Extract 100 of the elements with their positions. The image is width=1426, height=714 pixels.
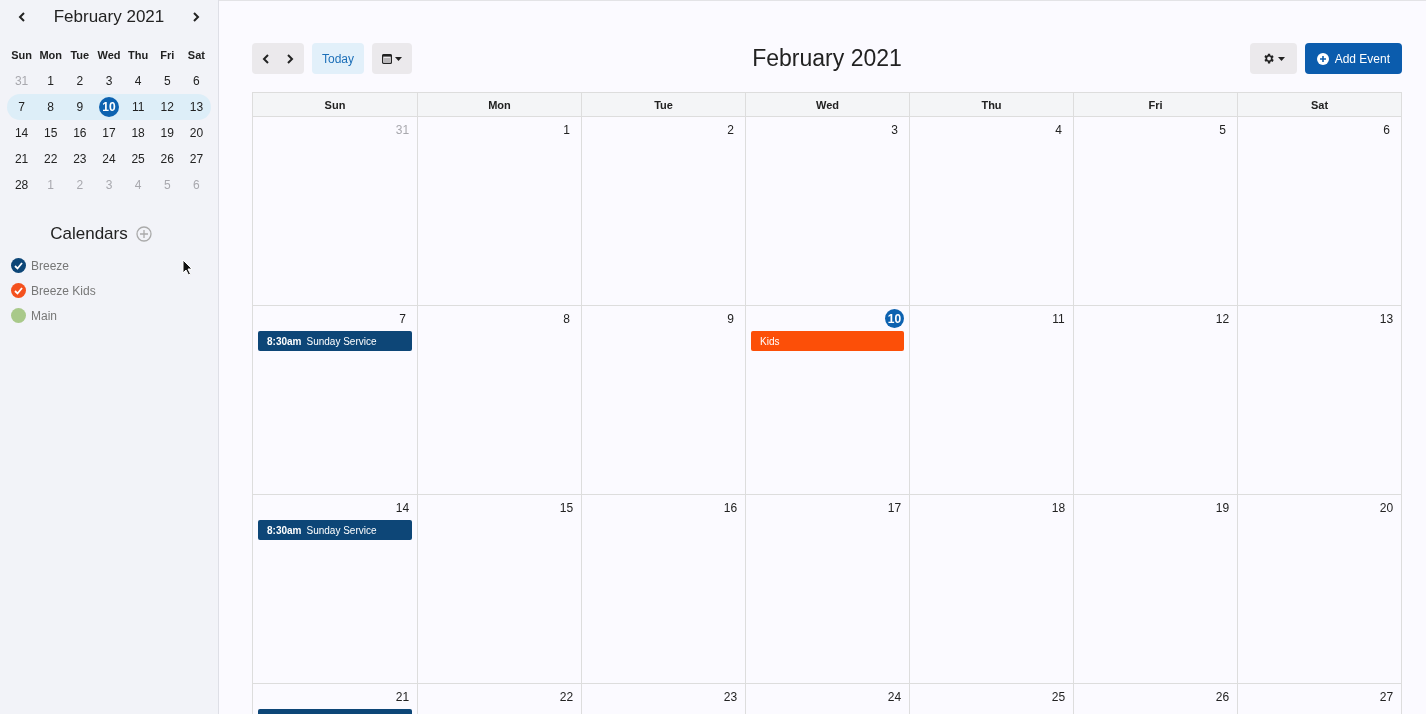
mini-calendar-day[interactable]: 25	[128, 149, 149, 169]
chevron-left-icon	[18, 12, 26, 22]
date-number: 12	[1214, 310, 1231, 328]
date-number: 15	[558, 499, 575, 517]
calendar-name: Breeze	[31, 258, 70, 273]
calendar-name: Main	[31, 308, 57, 323]
mini-calendar-day[interactable]: 26	[157, 149, 178, 169]
mini-calendar-day[interactable]: 20	[186, 123, 207, 143]
date-number: 27	[1378, 688, 1395, 706]
date-number: 4	[1054, 121, 1063, 139]
settings-button[interactable]	[1249, 43, 1297, 74]
next-month-button[interactable]	[192, 12, 200, 22]
mini-calendar-day[interactable]: 6	[186, 71, 207, 91]
weekday-label: Sat	[186, 49, 206, 61]
mini-calendar-title: February 2021	[53, 7, 165, 27]
date-number: 7	[398, 310, 407, 328]
date-number: 18	[1050, 499, 1067, 517]
date-number: 25	[1050, 688, 1067, 706]
mini-calendar-day[interactable]: 16	[69, 123, 90, 143]
mini-calendar-day[interactable]: 22	[40, 149, 61, 169]
date-number: 13	[1378, 310, 1395, 328]
mini-calendar-day[interactable]: 18	[128, 123, 149, 143]
weekday-label: Sun	[10, 49, 33, 61]
event-bar[interactable]: 8:30am Sunday Service	[258, 331, 412, 351]
chevron-right-icon	[286, 53, 294, 64]
mini-calendar-day[interactable]: 7	[11, 97, 32, 117]
mini-calendar-day[interactable]: 15	[40, 123, 61, 143]
date-number: 23	[722, 688, 739, 706]
mini-calendar-day[interactable]: 23	[69, 149, 90, 169]
add-event-button[interactable]: Add Event	[1304, 43, 1402, 74]
calendar-item[interactable]: Main	[11, 308, 218, 323]
caret-icon	[395, 56, 403, 61]
calendar-checkbox[interactable]	[11, 308, 26, 323]
calendar-item[interactable]: Breeze Kids	[11, 283, 218, 298]
plus-circle-icon	[1316, 52, 1329, 65]
weekday-label: Thu	[127, 49, 150, 61]
mini-calendar-day[interactable]: 28	[11, 175, 32, 195]
mini-calendar-day[interactable]: 1	[40, 71, 61, 91]
mini-calendar-day[interactable]: 9	[69, 97, 90, 117]
mini-calendar-day[interactable]: 8	[40, 97, 61, 117]
mini-calendar-day[interactable]: 19	[157, 123, 178, 143]
mini-calendar-day[interactable]: 2	[69, 71, 90, 91]
calendar-icon	[382, 53, 393, 64]
date-number: 14	[394, 499, 411, 517]
today-button[interactable]: Today	[312, 43, 365, 74]
mini-calendar-day[interactable]: 24	[99, 149, 119, 169]
weekday-label: Fri	[159, 49, 176, 61]
weekday-header: Sun	[323, 97, 347, 113]
mini-calendar-day[interactable]: 13	[186, 97, 207, 117]
date-number: 21	[394, 688, 411, 706]
date-number: 11	[1051, 310, 1066, 328]
weekday-label: Mon	[38, 49, 63, 61]
weekday-label: Tue	[69, 49, 91, 61]
date-number: 16	[722, 499, 739, 517]
mini-calendar-day[interactable]: 5	[157, 71, 178, 91]
weekday-header: Wed	[745, 93, 909, 116]
mini-calendar-day[interactable]: 14	[11, 123, 32, 143]
chevron-right-icon	[192, 12, 200, 22]
date-number: 20	[1378, 499, 1395, 517]
today-date-badge: 10	[885, 309, 904, 328]
date-number: 22	[558, 688, 575, 706]
calendar-name: Breeze Kids	[31, 283, 96, 298]
check-icon	[14, 286, 23, 295]
weekday-header: Thu	[909, 93, 1073, 116]
prev-next-buttons[interactable]	[252, 43, 304, 74]
date-number: 8	[562, 310, 571, 328]
mini-calendar-day[interactable]: 10	[99, 97, 119, 117]
mini-calendar-day[interactable]: 4	[128, 71, 149, 91]
previous-month-button[interactable]	[18, 12, 26, 22]
calendar-checkbox[interactable]	[11, 258, 26, 273]
date-number: 2	[726, 121, 735, 139]
mini-calendar-day[interactable]: 3	[99, 71, 119, 91]
mini-calendar-day[interactable]: 21	[11, 149, 32, 169]
date-number: 9	[726, 310, 735, 328]
weekday-header: Sat	[1237, 93, 1401, 116]
mini-calendar-day[interactable]: 17	[99, 123, 119, 143]
calendar-checkbox[interactable]	[11, 283, 26, 298]
date-number: 17	[886, 499, 903, 517]
view-menu-button[interactable]	[372, 43, 413, 74]
date-number: 5	[1218, 121, 1227, 139]
weekday-label: Wed	[96, 49, 122, 61]
weekday-header: Fri	[1073, 93, 1237, 116]
date-number: 6	[1382, 121, 1391, 139]
mini-calendar-day[interactable]: 27	[186, 149, 207, 169]
mouse-pointer-icon	[182, 259, 193, 276]
weekday-header: Mon	[417, 93, 581, 116]
date-number: 31	[394, 121, 411, 139]
event-bar[interactable]: 8:30am Sunday Service	[258, 520, 412, 540]
calendars-heading: Calendars	[50, 224, 128, 244]
calendar-item[interactable]: Breeze	[11, 258, 218, 273]
date-number: 3	[890, 121, 899, 139]
month-title: February 2021	[752, 45, 902, 72]
date-number: 19	[1214, 499, 1231, 517]
date-number: 24	[886, 688, 903, 706]
mini-calendar-day[interactable]: 12	[157, 97, 178, 117]
date-number: 26	[1214, 688, 1231, 706]
weekday-header: Tue	[581, 93, 745, 116]
mini-calendar-day[interactable]: 11	[128, 97, 149, 117]
chevron-left-icon	[262, 53, 270, 64]
date-number: 1	[562, 121, 571, 139]
